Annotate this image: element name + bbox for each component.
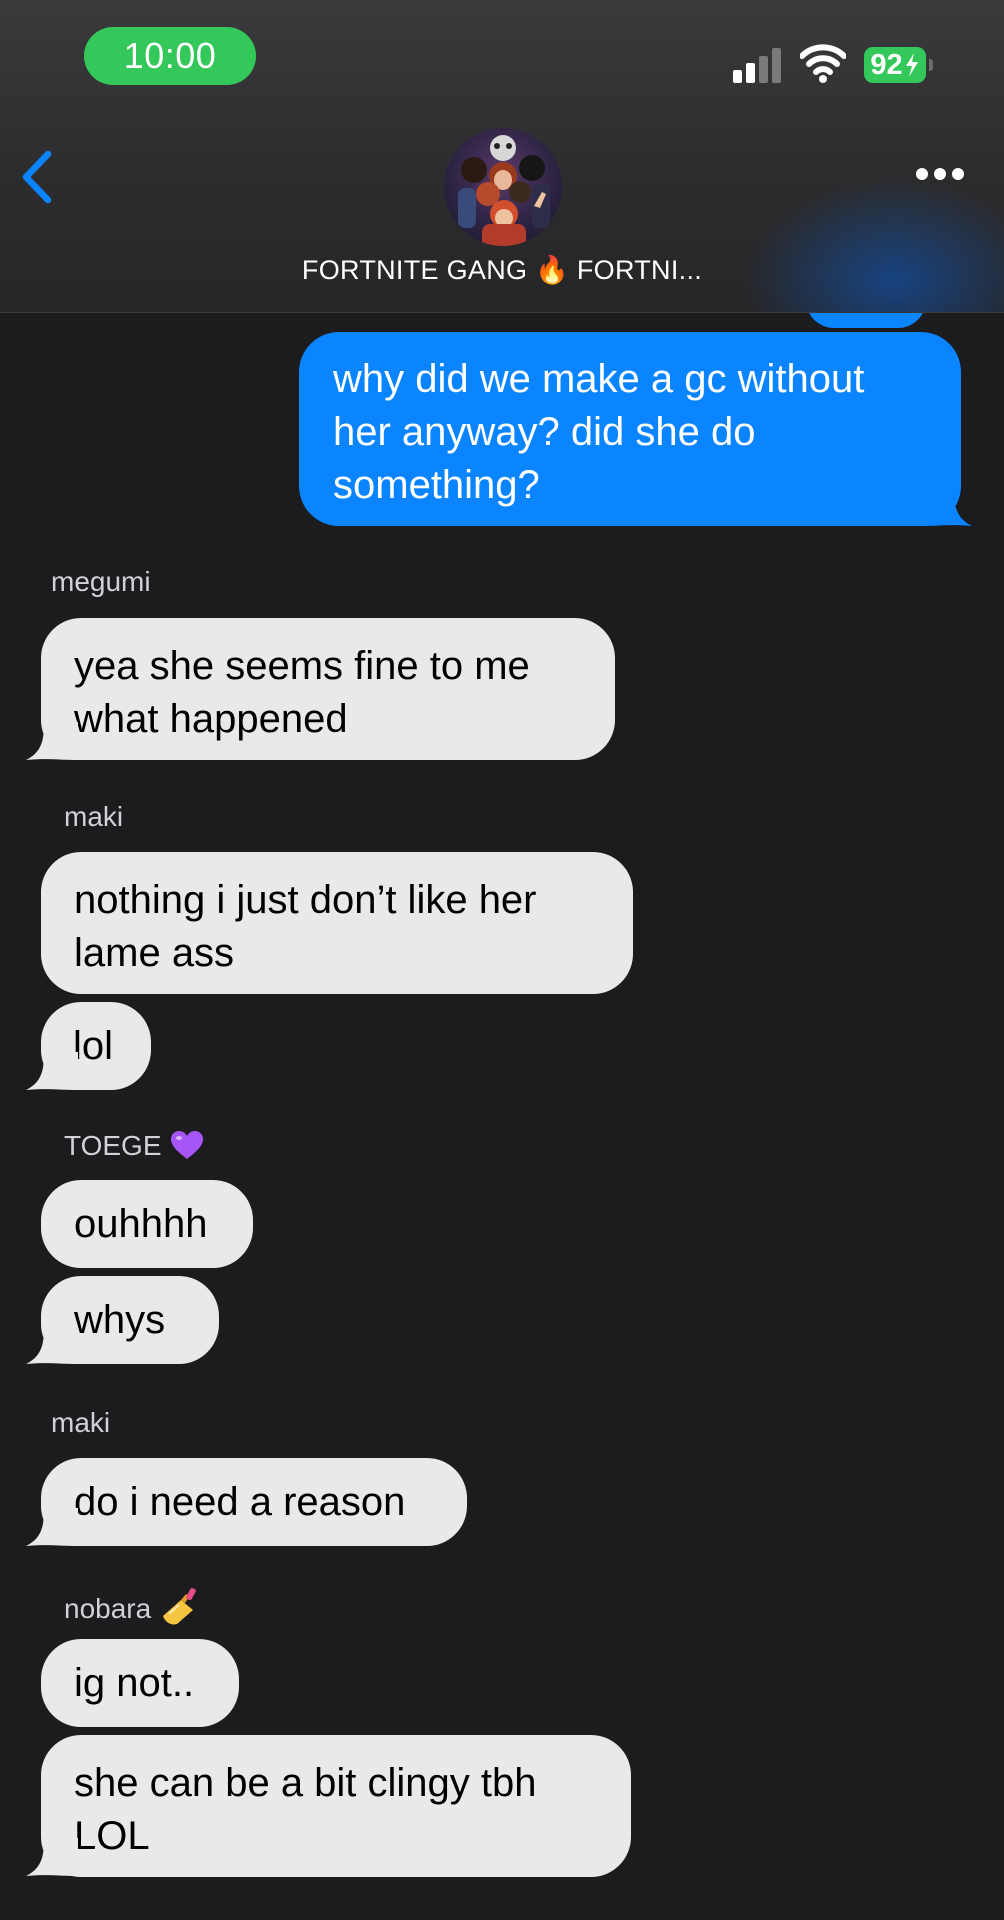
incoming-message[interactable]: yea she seems fine to me what happened <box>41 618 615 760</box>
incoming-bubble-tail <box>26 1508 78 1546</box>
chat-header: 10:00 92 FORTNITE GANG 🔥 FORTNI... <box>0 0 1004 313</box>
cellular-signal-icon <box>733 48 781 83</box>
more-options-icon[interactable] <box>914 164 966 186</box>
sender-name-toege: TOEGE <box>64 1130 204 1162</box>
incoming-bubble-tail <box>26 1838 78 1876</box>
outgoing-message[interactable]: why did we make a gc without her anyway?… <box>299 332 961 526</box>
incoming-message[interactable]: do i need a reason <box>41 1458 467 1546</box>
purple-heart-icon <box>170 1131 203 1159</box>
incoming-bubble-tail <box>26 722 78 760</box>
sender-name-maki: maki <box>64 801 124 832</box>
incoming-bubble-tail <box>26 1052 78 1090</box>
battery-indicator: 92 <box>864 47 926 83</box>
battery-level: 92 <box>870 48 903 81</box>
header-glow <box>744 180 1004 312</box>
chat-title[interactable]: FORTNITE GANG 🔥 FORTNI... <box>0 254 1004 286</box>
wifi-icon <box>800 44 846 83</box>
incoming-message[interactable]: she can be a bit clingy tbh LOL <box>41 1735 631 1877</box>
group-avatar[interactable] <box>444 128 562 246</box>
incoming-bubble-tail <box>26 1326 78 1364</box>
nail-polish-icon <box>163 1588 197 1625</box>
incoming-message[interactable]: ouhhhh <box>41 1180 253 1268</box>
outgoing-bubble-tail <box>920 488 972 526</box>
sender-name-maki: maki <box>51 1407 111 1438</box>
sender-name-text: TOEGE <box>64 1130 162 1161</box>
group-photo-image <box>458 135 550 246</box>
sender-name-megumi: megumi <box>51 566 151 597</box>
battery-nub <box>929 59 933 71</box>
incoming-message[interactable]: nothing i just don’t like her lame ass <box>41 852 633 994</box>
sender-name-nobara: nobara <box>64 1586 201 1628</box>
sender-name-text: nobara <box>64 1593 152 1624</box>
charging-bolt-icon <box>905 53 918 77</box>
status-time[interactable]: 10:00 <box>84 27 256 85</box>
incoming-message[interactable]: ig not.. <box>41 1639 239 1727</box>
back-chevron-icon[interactable] <box>18 150 58 204</box>
